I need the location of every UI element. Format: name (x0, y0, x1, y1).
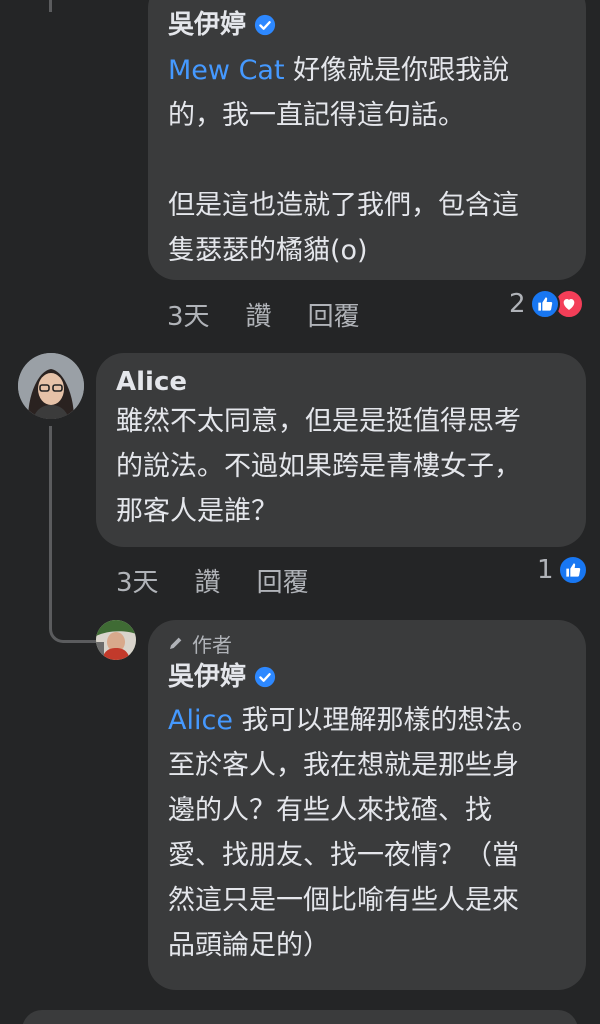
timestamp[interactable]: 3天 (167, 296, 210, 333)
reply-button[interactable]: 回覆 (257, 562, 309, 599)
like-button[interactable]: 讚 (246, 296, 272, 333)
verified-badge-icon (254, 14, 276, 36)
avatar-author[interactable] (96, 620, 136, 660)
reaction-summary[interactable]: 1 (537, 555, 588, 585)
like-icon (529, 289, 560, 319)
comment-actions: 3天 讚 回覆 (167, 296, 396, 333)
comment-actions: 3天 讚 回覆 (116, 562, 345, 599)
author-name[interactable]: 吳伊婷 (168, 660, 246, 694)
comment-text: Alice 我可以理解那樣的想法。 至於客人，我在想就是那些身 邊的人？有些人來… (168, 705, 539, 961)
comment-bubble[interactable]: 作者 吳伊婷 Alice 我可以理解那樣的想法。 至於客人，我在想就是那些身 邊… (148, 620, 586, 990)
author-name[interactable]: 吳伊婷 (168, 8, 246, 42)
mention-link[interactable]: Alice (168, 705, 233, 736)
like-button[interactable]: 讚 (195, 562, 221, 599)
like-icon (557, 555, 588, 585)
comment-text: 雖然不太同意，但是是挺值得思考 的說法。不過如果跨是青樓女子， 那客人是誰？ (116, 406, 521, 527)
verified-badge-icon (254, 666, 276, 688)
author-tag: 作者 (168, 630, 566, 657)
author-name[interactable]: Alice (116, 365, 187, 399)
comment-bubble[interactable]: 吳伊婷 Mew Cat 好像就是你跟我說 的，我一直記得這句話。 但是這也造就了… (148, 0, 586, 280)
avatar-alice[interactable] (18, 353, 84, 419)
comment-bubble[interactable]: Alice 雖然不太同意，但是是挺值得思考 的說法。不過如果跨是青樓女子， 那客… (96, 353, 586, 547)
thread-connector (49, 426, 96, 643)
reply-button[interactable]: 回覆 (308, 296, 360, 333)
comment-thread: 吳伊婷 Mew Cat 好像就是你跟我說 的，我一直記得這句話。 但是這也造就了… (0, 0, 600, 1024)
reaction-count: 2 (509, 289, 526, 319)
timestamp[interactable]: 3天 (116, 562, 159, 599)
pencil-icon (170, 637, 182, 649)
comment-composer[interactable] (22, 1010, 578, 1024)
thread-line (49, 0, 52, 12)
mention-link[interactable]: Mew Cat (168, 55, 285, 86)
reaction-summary[interactable]: 2 (509, 289, 584, 319)
comment-text: Mew Cat 好像就是你跟我說 的，我一直記得這句話。 但是這也造就了我們，包… (168, 55, 519, 266)
reaction-count: 1 (537, 555, 554, 585)
